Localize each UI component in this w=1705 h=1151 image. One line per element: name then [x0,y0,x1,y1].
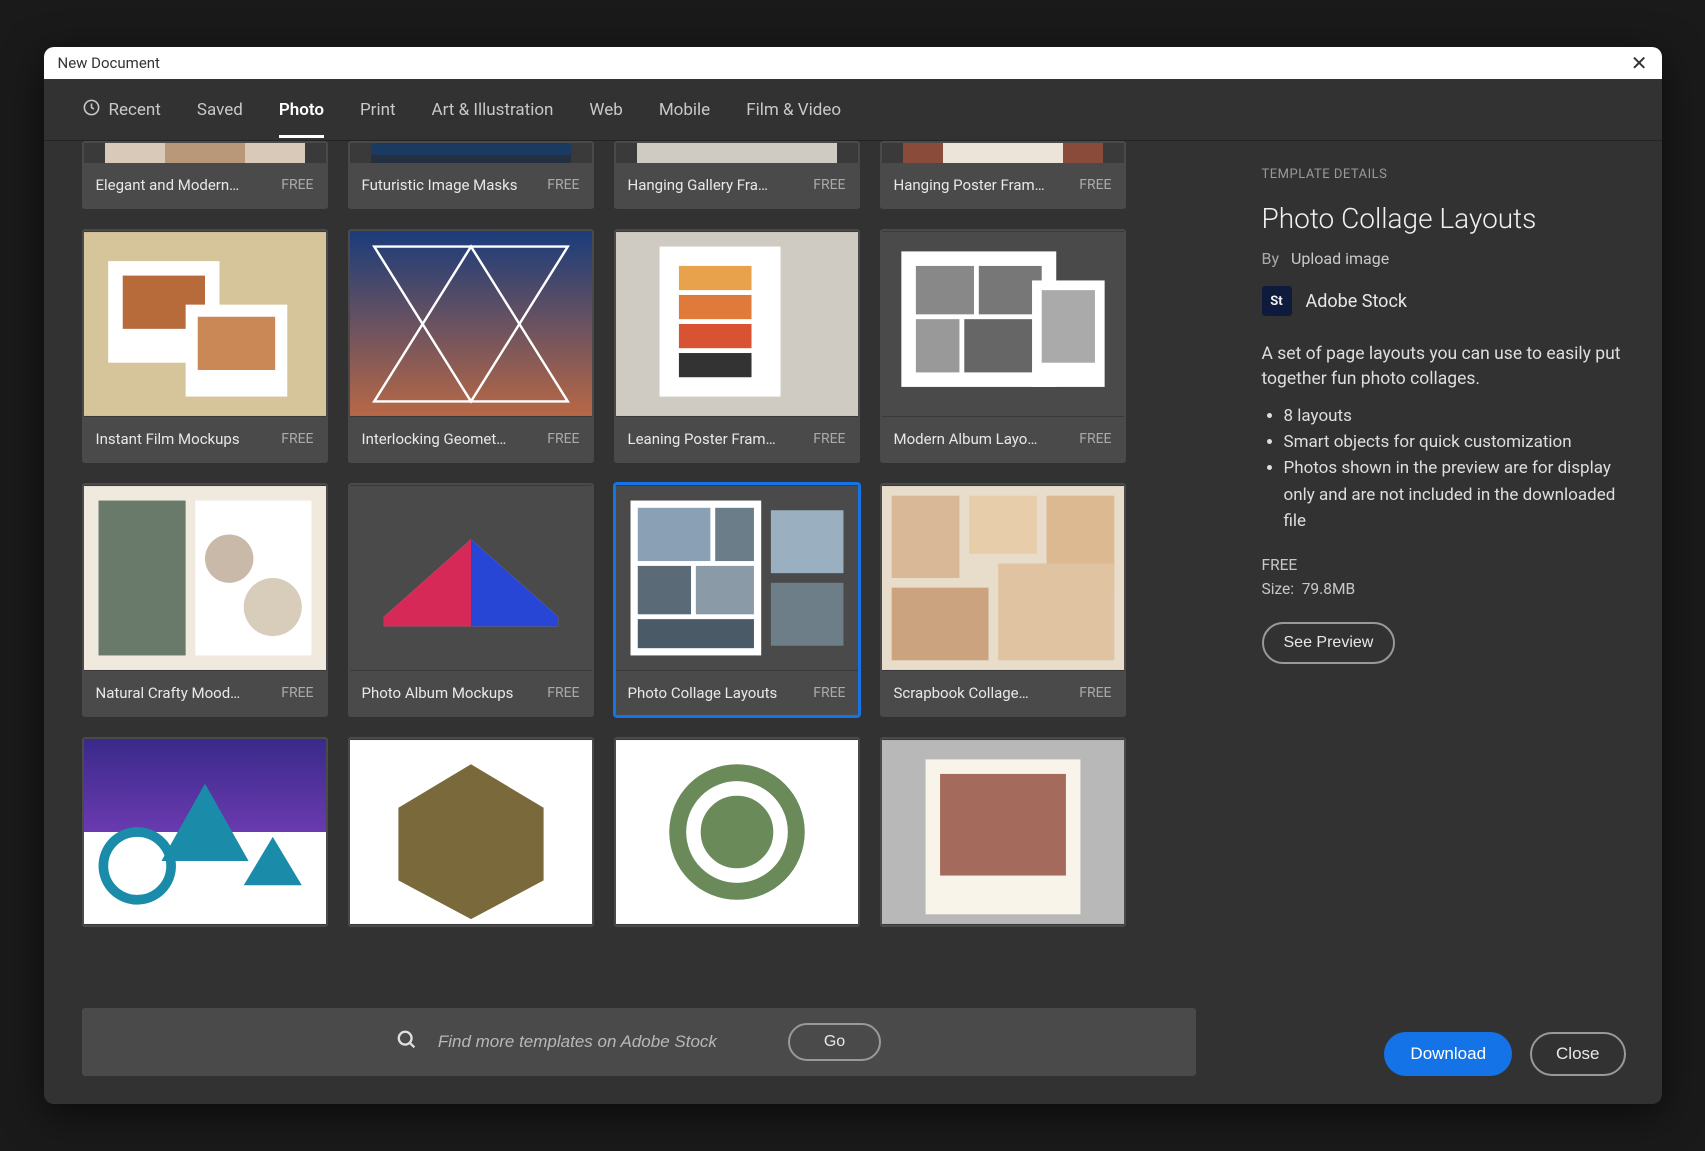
bullet-item: Smart objects for quick customization [1284,429,1626,455]
template-name: Hanging Gallery Fra… [628,176,768,194]
tab-film-video[interactable]: Film & Video [746,82,841,138]
template-card[interactable] [348,737,594,927]
see-preview-button[interactable]: See Preview [1262,622,1396,664]
tab-label: Art & Illustration [432,100,554,120]
template-card[interactable]: Instant Film Mockups FREE [82,229,328,463]
template-card[interactable]: Interlocking Geomet… FREE [348,229,594,463]
tab-mobile[interactable]: Mobile [659,82,710,138]
template-name: Natural Crafty Mood… [96,684,241,702]
template-card[interactable]: Photo Album Mockups FREE [348,483,594,717]
titlebar: New Document ✕ [44,47,1662,79]
size-label: Size: [1262,580,1295,598]
template-name: Photo Album Mockups [362,684,514,702]
adobe-stock-search: Go [82,1008,1196,1076]
tab-web[interactable]: Web [589,82,622,138]
tab-label: Photo [279,100,324,120]
adobe-stock-icon: St [1262,286,1292,316]
template-name: Photo Collage Layouts [628,684,778,702]
template-card[interactable]: Futuristic Image Masks FREE [348,141,594,209]
template-price: FREE [1079,177,1111,193]
template-card[interactable]: Modern Album Layo… FREE [880,229,1126,463]
template-name: Modern Album Layo… [894,430,1038,448]
template-name: Instant Film Mockups [96,430,240,448]
close-icon[interactable]: ✕ [1631,51,1648,75]
search-icon [396,1029,418,1055]
template-price: FREE [547,685,579,701]
clock-icon [82,98,101,122]
template-card[interactable]: Hanging Gallery Fra… FREE [614,141,860,209]
stock-name: Adobe Stock [1306,291,1408,312]
bullet-item: Photos shown in the preview are for disp… [1284,455,1626,534]
details-bullets: 8 layouts Smart objects for quick custom… [1262,403,1626,535]
template-name: Interlocking Geomet… [362,430,507,448]
template-grid-scroll[interactable]: Elegant and Modern… FREE Futuristic Image… [82,141,1220,1004]
new-document-dialog: New Document ✕ Recent Saved Photo Print … [44,47,1662,1104]
tab-label: Recent [109,100,161,120]
by-label: By [1262,249,1280,268]
details-section-label: TEMPLATE DETAILS [1262,167,1626,182]
size-value: 79.8MB [1302,580,1355,598]
template-name: Futuristic Image Masks [362,176,518,194]
template-card-selected[interactable]: Photo Collage Layouts FREE [614,483,860,717]
template-card[interactable] [880,737,1126,927]
template-card[interactable]: Natural Crafty Mood… FREE [82,483,328,717]
tab-art-illustration[interactable]: Art & Illustration [432,82,554,138]
template-price: FREE [1079,431,1111,447]
details-title: Photo Collage Layouts [1262,202,1626,235]
dialog-footer: Download Close [1262,1032,1626,1084]
template-card[interactable]: Elegant and Modern… FREE [82,141,328,209]
template-price: FREE [813,685,845,701]
tab-label: Film & Video [746,100,841,120]
category-tabs: Recent Saved Photo Print Art & Illustrat… [44,79,1662,141]
template-name: Scrapbook Collage… [894,684,1029,702]
tab-photo[interactable]: Photo [279,82,324,138]
window-title: New Document [58,54,160,72]
tab-label: Web [589,100,622,120]
template-card[interactable] [614,737,860,927]
template-card[interactable]: Scrapbook Collage… FREE [880,483,1126,717]
template-name: Elegant and Modern… [96,176,240,194]
template-price: FREE [547,431,579,447]
template-name: Hanging Poster Fram… [894,176,1045,194]
tab-label: Saved [197,100,243,120]
go-button[interactable]: Go [788,1023,881,1061]
template-card[interactable]: Hanging Poster Fram… FREE [880,141,1126,209]
tab-print[interactable]: Print [360,82,396,138]
tab-label: Print [360,100,396,120]
template-price: FREE [547,177,579,193]
download-button[interactable]: Download [1384,1032,1512,1076]
template-name: Leaning Poster Fram… [628,430,776,448]
tab-recent[interactable]: Recent [82,80,161,140]
author-link[interactable]: Upload image [1291,249,1389,268]
template-price: FREE [281,685,313,701]
template-price: FREE [281,431,313,447]
template-grid: Elegant and Modern… FREE Futuristic Image… [82,141,1210,947]
stock-source[interactable]: St Adobe Stock [1262,286,1626,316]
template-details-panel: TEMPLATE DETAILS Photo Collage Layouts B… [1226,141,1662,1104]
template-card[interactable]: Leaning Poster Fram… FREE [614,229,860,463]
bullet-item: 8 layouts [1284,403,1626,429]
template-card[interactable] [82,737,328,927]
tab-label: Mobile [659,100,710,120]
template-price: FREE [813,177,845,193]
tab-saved[interactable]: Saved [197,82,243,138]
details-price: FREE [1262,556,1626,574]
template-price: FREE [813,431,845,447]
close-button[interactable]: Close [1530,1032,1625,1076]
template-price: FREE [1079,685,1111,701]
details-size: Size: 79.8MB [1262,580,1626,598]
search-input[interactable] [438,1032,768,1052]
details-description: A set of page layouts you can use to eas… [1262,342,1626,393]
template-price: FREE [281,177,313,193]
details-author: By Upload image [1262,249,1626,268]
